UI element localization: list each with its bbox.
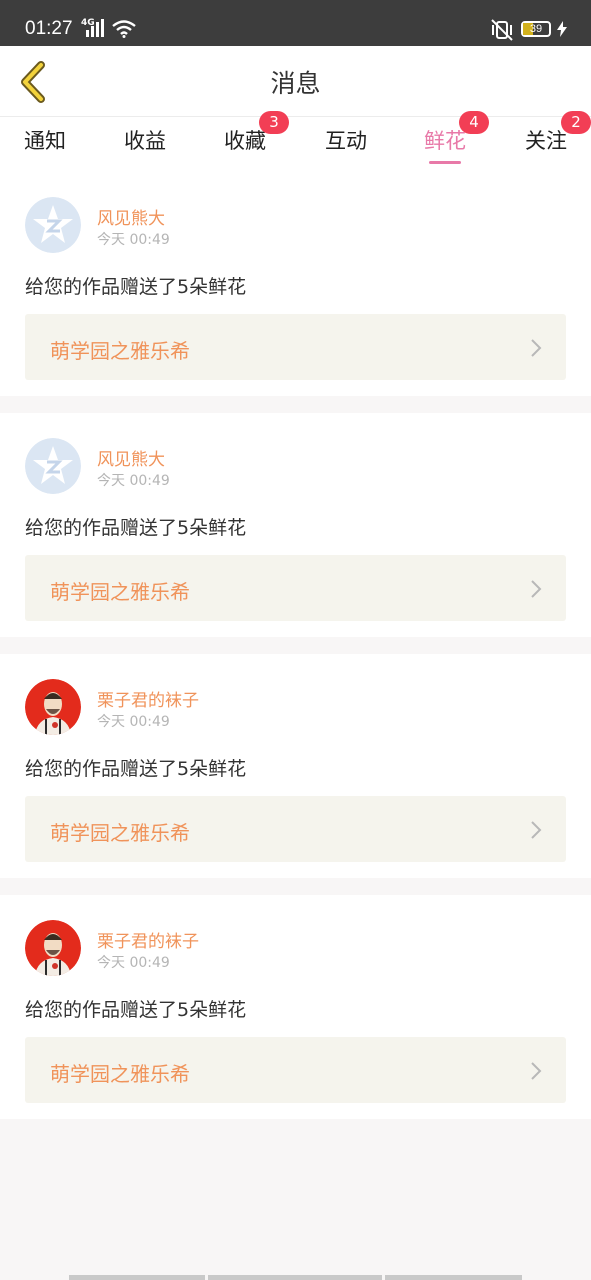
default-avatar-icon[interactable] — [25, 197, 81, 253]
tab-favorites[interactable]: 收藏 3 — [205, 111, 289, 172]
vibrate-off-icon — [491, 19, 513, 41]
message-card: 栗子君的袜子 今天 00:49 给您的作品赠送了5朵鲜花 萌学园之雅乐希 — [0, 895, 591, 1119]
wifi-icon — [112, 20, 136, 38]
tab-label: 鲜花 — [424, 129, 466, 153]
unread-badge: 2 — [561, 111, 591, 134]
tab-label: 收藏 — [224, 129, 266, 153]
default-avatar-icon[interactable] — [25, 438, 81, 494]
message-time: 今天 00:49 — [97, 473, 170, 489]
work-title: 萌学园之雅乐希 — [50, 1062, 190, 1086]
message-time: 今天 00:49 — [97, 714, 170, 730]
chevron-right-icon — [531, 339, 542, 357]
sender-name[interactable]: 栗子君的袜子 — [97, 927, 199, 952]
battery-icon: 39 — [521, 21, 551, 37]
work-link[interactable]: 萌学园之雅乐希 — [25, 1037, 566, 1103]
header: 消息 — [0, 46, 591, 117]
message-text: 给您的作品赠送了5朵鲜花 — [25, 999, 247, 1021]
nav-handle[interactable] — [69, 1275, 205, 1280]
status-time: 01:27 — [25, 18, 73, 39]
sender-name[interactable]: 风见熊大 — [97, 204, 165, 229]
message-time: 今天 00:49 — [97, 232, 170, 248]
work-link[interactable]: 萌学园之雅乐希 — [25, 555, 566, 621]
message-time: 今天 00:49 — [97, 955, 170, 971]
chevron-right-icon — [531, 580, 542, 598]
status-bar: 01:27 4G 39 — [0, 0, 591, 46]
active-tab-indicator — [429, 161, 461, 164]
message-list: 风见熊大 今天 00:49 给您的作品赠送了5朵鲜花 萌学园之雅乐希 风见熊大 … — [0, 172, 591, 1136]
sender-name[interactable]: 风见熊大 — [97, 445, 165, 470]
tab-earnings[interactable]: 收益 — [105, 117, 185, 172]
tab-follows[interactable]: 关注 2 — [506, 111, 591, 172]
tab-bar: 通知 收益 收藏 3 互动 鲜花 4 关注 2 — [0, 111, 591, 172]
signal-icon — [86, 19, 104, 37]
message-text: 给您的作品赠送了5朵鲜花 — [25, 758, 247, 780]
message-text: 给您的作品赠送了5朵鲜花 — [25, 517, 247, 539]
message-text: 给您的作品赠送了5朵鲜花 — [25, 276, 247, 298]
character-avatar[interactable] — [25, 920, 81, 976]
unread-badge: 4 — [459, 111, 489, 134]
tab-label: 互动 — [325, 129, 367, 153]
charging-icon — [557, 21, 567, 37]
page-title: 消息 — [270, 69, 321, 98]
tab-interactions[interactable]: 互动 — [306, 117, 386, 172]
unread-badge: 3 — [259, 111, 289, 134]
tab-label: 收益 — [124, 129, 166, 153]
work-link[interactable]: 萌学园之雅乐希 — [25, 796, 566, 862]
message-card: 栗子君的袜子 今天 00:49 给您的作品赠送了5朵鲜花 萌学园之雅乐希 — [0, 654, 591, 878]
chevron-right-icon — [531, 821, 542, 839]
sender-name[interactable]: 栗子君的袜子 — [97, 686, 199, 711]
character-avatar[interactable] — [25, 679, 81, 735]
battery-percent: 39 — [529, 23, 543, 35]
message-card: 风见熊大 今天 00:49 给您的作品赠送了5朵鲜花 萌学园之雅乐希 — [0, 413, 591, 637]
work-link[interactable]: 萌学园之雅乐希 — [25, 314, 566, 380]
tab-label: 关注 — [525, 129, 567, 153]
work-title: 萌学园之雅乐希 — [50, 580, 190, 604]
work-title: 萌学园之雅乐希 — [50, 821, 190, 845]
chevron-right-icon — [531, 1062, 542, 1080]
work-title: 萌学园之雅乐希 — [50, 339, 190, 363]
message-card: 风见熊大 今天 00:49 给您的作品赠送了5朵鲜花 萌学园之雅乐希 — [0, 172, 591, 396]
tab-notifications[interactable]: 通知 — [5, 117, 85, 172]
tab-label: 通知 — [24, 129, 66, 153]
tab-flowers[interactable]: 鲜花 4 — [405, 111, 489, 172]
nav-handle[interactable] — [208, 1275, 382, 1280]
nav-handle[interactable] — [385, 1275, 522, 1280]
